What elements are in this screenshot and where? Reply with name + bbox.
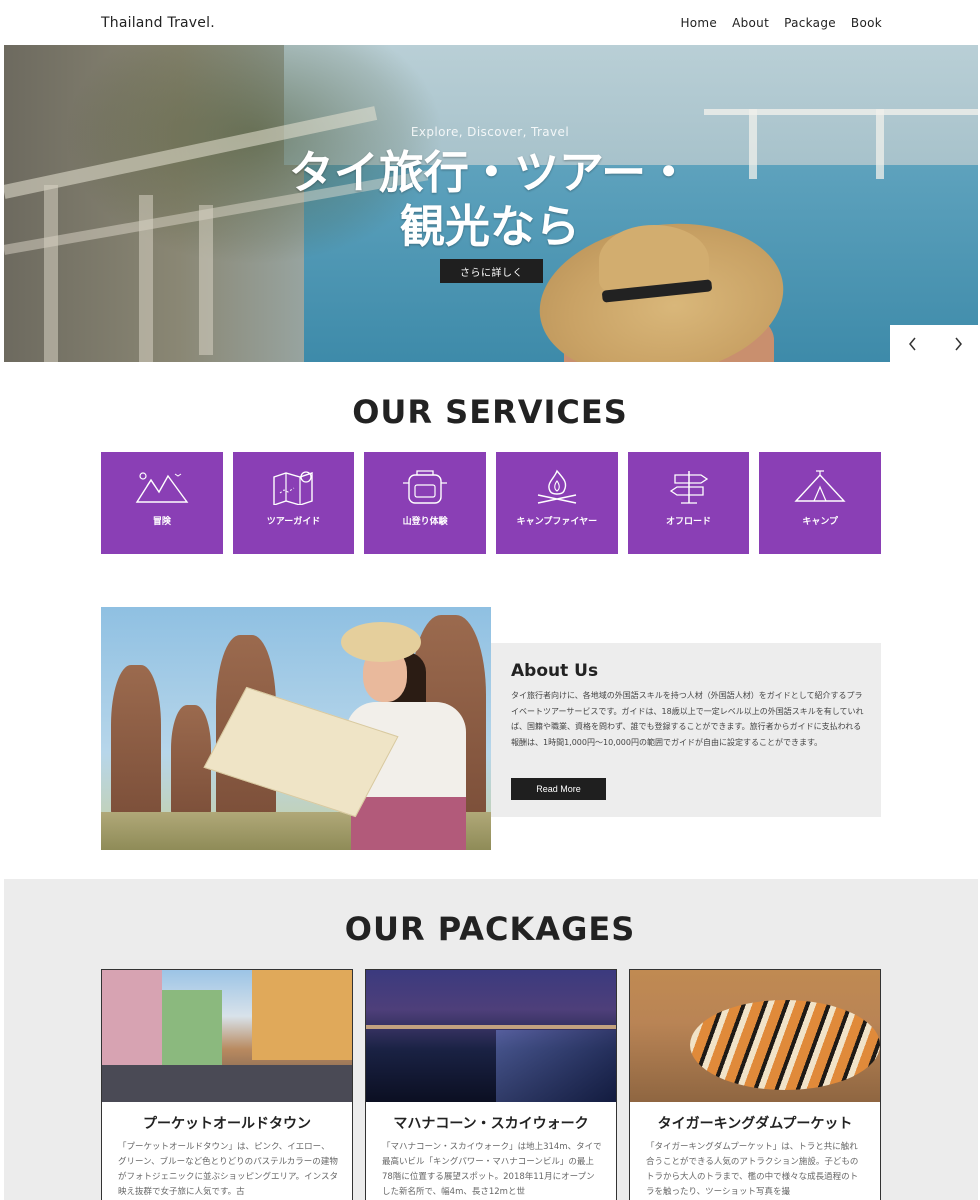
package-title: マハナコーン・スカイウォーク [393, 1116, 589, 1132]
about-image [101, 607, 491, 850]
service-label: オフロード [666, 517, 712, 527]
street-crowd [102, 1065, 352, 1102]
package-description: 「マハナコーン・スカイウォーク」は地上314m、タイで最高いビル「キングパワー・… [382, 1142, 602, 1197]
slider-prev-button[interactable] [890, 325, 935, 362]
glass-floor [496, 1030, 616, 1102]
package-description: 「プーケットオールドタウン」は、ピンク、イエロー、グリーン、ブルーなど色とりどり… [118, 1142, 338, 1197]
package-description: 「タイガーキングダムプーケット」は、トラと共に触れ合うことができる人気のアトラク… [646, 1142, 859, 1197]
service-card-adventure[interactable]: 冒険 [101, 452, 223, 554]
services-grid: 冒険 ツアーガイド 山登り体験 キャンプファイヤー オフロード キャンプ [101, 452, 882, 554]
temple-stupa [171, 705, 211, 815]
package-image [102, 970, 352, 1102]
nav-book-link[interactable]: Book [851, 16, 882, 30]
services-title: OUR SERVICES [352, 393, 628, 431]
tiger-shape [690, 1000, 880, 1090]
nav-menu: Home About Package Book [680, 16, 882, 30]
service-card-camping[interactable]: キャンプ [759, 452, 882, 554]
nav-package-link[interactable]: Package [784, 16, 836, 30]
city-lights [366, 1025, 616, 1029]
signpost-icon [661, 468, 717, 506]
temple-stupa [111, 665, 161, 815]
about-description: タイ旅行者向けに、各地域の外国語スキルを持つ人材（外国語人材）をガイドとして紹介… [511, 691, 864, 747]
package-card[interactable]: タイガーキングダムプーケット 「タイガーキングダムプーケット」は、トラと共に触れ… [629, 969, 881, 1200]
mountains-icon [134, 468, 190, 506]
service-label: 山登り体験 [402, 517, 448, 527]
package-title: プーケットオールドタウン [143, 1116, 311, 1132]
about-woman-hat [341, 622, 421, 662]
packages-grid: プーケットオールドタウン 「プーケットオールドタウン」は、ピンク、イエロー、グリ… [101, 969, 881, 1200]
about-woman-skirt [351, 797, 466, 850]
top-nav: Thailand Travel. Home About Package Book [0, 0, 980, 46]
brand-logo[interactable]: Thailand Travel. [101, 15, 215, 31]
about-read-more-button[interactable]: Read More [511, 778, 606, 800]
slider-controls [890, 325, 980, 362]
building-shape [252, 970, 352, 1060]
service-card-campfire[interactable]: キャンプファイヤー [496, 452, 618, 554]
service-card-tour-guide[interactable]: ツアーガイド [232, 452, 355, 554]
building-shape [162, 990, 222, 1070]
hero-bridge [704, 109, 978, 115]
about-card: About Us タイ旅行者向けに、各地域の外国語スキルを持つ人材（外国語人材）… [491, 643, 881, 817]
nav-about-link[interactable]: About [732, 16, 769, 30]
building-shape [102, 970, 162, 1070]
chevron-left-icon [908, 337, 916, 350]
hero-title-line: タイ旅行・ツアー・ [288, 146, 692, 199]
hero-title-line: 観光なら [399, 200, 580, 253]
campfire-icon [529, 468, 585, 506]
package-card[interactable]: マハナコーン・スカイウォーク 「マハナコーン・スカイウォーク」は地上314m、タ… [365, 969, 617, 1200]
service-card-hiking[interactable]: 山登り体験 [364, 452, 487, 554]
packages-title: OUR PACKAGES [344, 910, 636, 948]
about-title: About Us [511, 661, 599, 681]
service-label: キャンプファイヤー [516, 517, 598, 527]
map-pin-icon [266, 468, 322, 506]
hero-subtitle: Explore, Discover, Travel [410, 125, 570, 139]
service-card-offroad[interactable]: オフロード [627, 452, 750, 554]
service-label: 冒険 [152, 517, 171, 527]
package-image [630, 970, 880, 1102]
package-card[interactable]: プーケットオールドタウン 「プーケットオールドタウン」は、ピンク、イエロー、グリ… [101, 969, 353, 1200]
nav-home-link[interactable]: Home [680, 16, 717, 30]
service-label: キャンプ [802, 517, 839, 527]
chevron-right-icon [954, 337, 962, 350]
hero-title: タイ旅行・ツアー・ 観光なら [0, 146, 980, 254]
backpack-icon [397, 468, 453, 506]
service-label: ツアーガイド [266, 517, 321, 527]
tent-icon [792, 468, 848, 506]
hero-learn-more-button[interactable]: さらに詳しく [440, 259, 543, 283]
slider-next-button[interactable] [935, 325, 980, 362]
package-title: タイガーキングダムプーケット [657, 1116, 853, 1132]
package-image [366, 970, 616, 1102]
